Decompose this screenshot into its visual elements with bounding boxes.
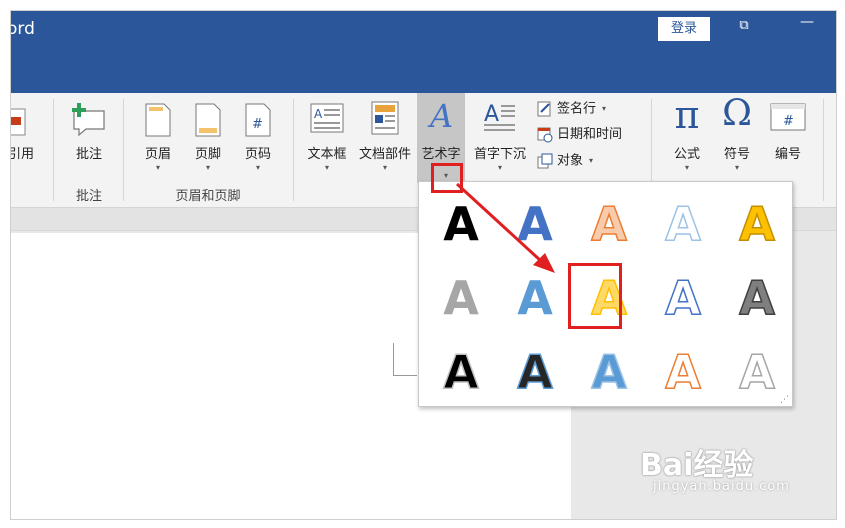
- watermark-url: jingyan.baidu.com: [653, 479, 790, 494]
- watermark-brand: Bai经验: [640, 448, 754, 483]
